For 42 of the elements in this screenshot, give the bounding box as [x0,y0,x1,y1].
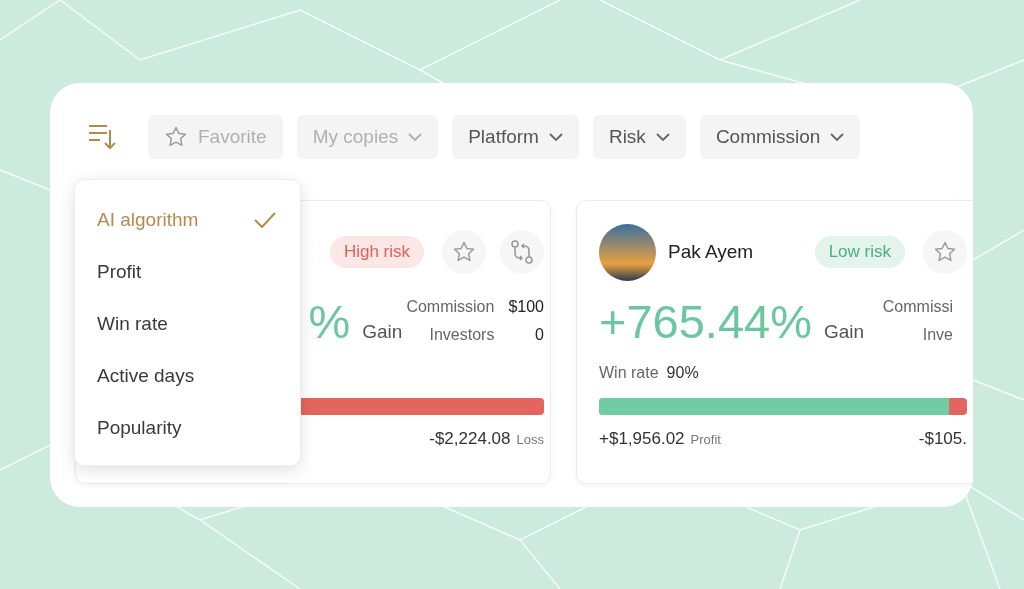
risk-badge: Low risk [814,236,905,268]
copy-button[interactable] [500,230,544,274]
win-rate-value: 90% [666,364,699,382]
filter-dropdown[interactable]: Platform [452,115,579,159]
sort-option[interactable]: Popularity [75,402,300,454]
filter-dropdown[interactable]: Commission [699,115,861,159]
gain-percent: +765.44% [599,293,812,349]
sort-option[interactable]: Profit [75,246,300,298]
profit-label: Profit [690,432,721,447]
avatar [599,223,656,281]
risk-badge: High risk [329,236,424,268]
gain-label: Gain [824,320,865,343]
win-rate-label: Win rate [599,364,659,382]
copy-trade-icon [509,239,535,265]
sort-icon [88,124,118,150]
loss-amount: -$105. [918,429,967,449]
favorite-button[interactable] [442,230,486,274]
stat-label: Commission [406,298,495,316]
chevron-down-icon [655,133,670,141]
gain-percent: % [308,293,351,349]
sort-option[interactable]: Win rate [75,298,300,350]
star-icon [933,240,957,264]
stat-label: Inve [921,326,953,344]
profit-amount: +$1,956.02 [599,429,685,449]
stat-label: Investors [428,326,495,344]
favorite-button[interactable] [923,230,967,274]
trader-name: Pak Ayem [668,241,754,263]
sort-button[interactable] [88,124,118,150]
filter-dropdown[interactable]: Risk [592,115,686,159]
stat-value: 0 [534,326,544,344]
chevron-down-icon [408,133,423,141]
loss-amount: -$2,224.08 [429,429,511,449]
star-icon [452,240,476,264]
stat-value: $100 [508,298,544,316]
check-icon [254,212,276,228]
loss-label: Loss [516,432,544,447]
chevron-down-icon [830,133,845,141]
star-icon [164,125,188,149]
stat-label: Commissi [882,298,953,316]
gain-label: Gain [362,320,403,343]
chevron-down-icon [548,133,563,141]
sort-option[interactable]: Active days [75,350,300,402]
